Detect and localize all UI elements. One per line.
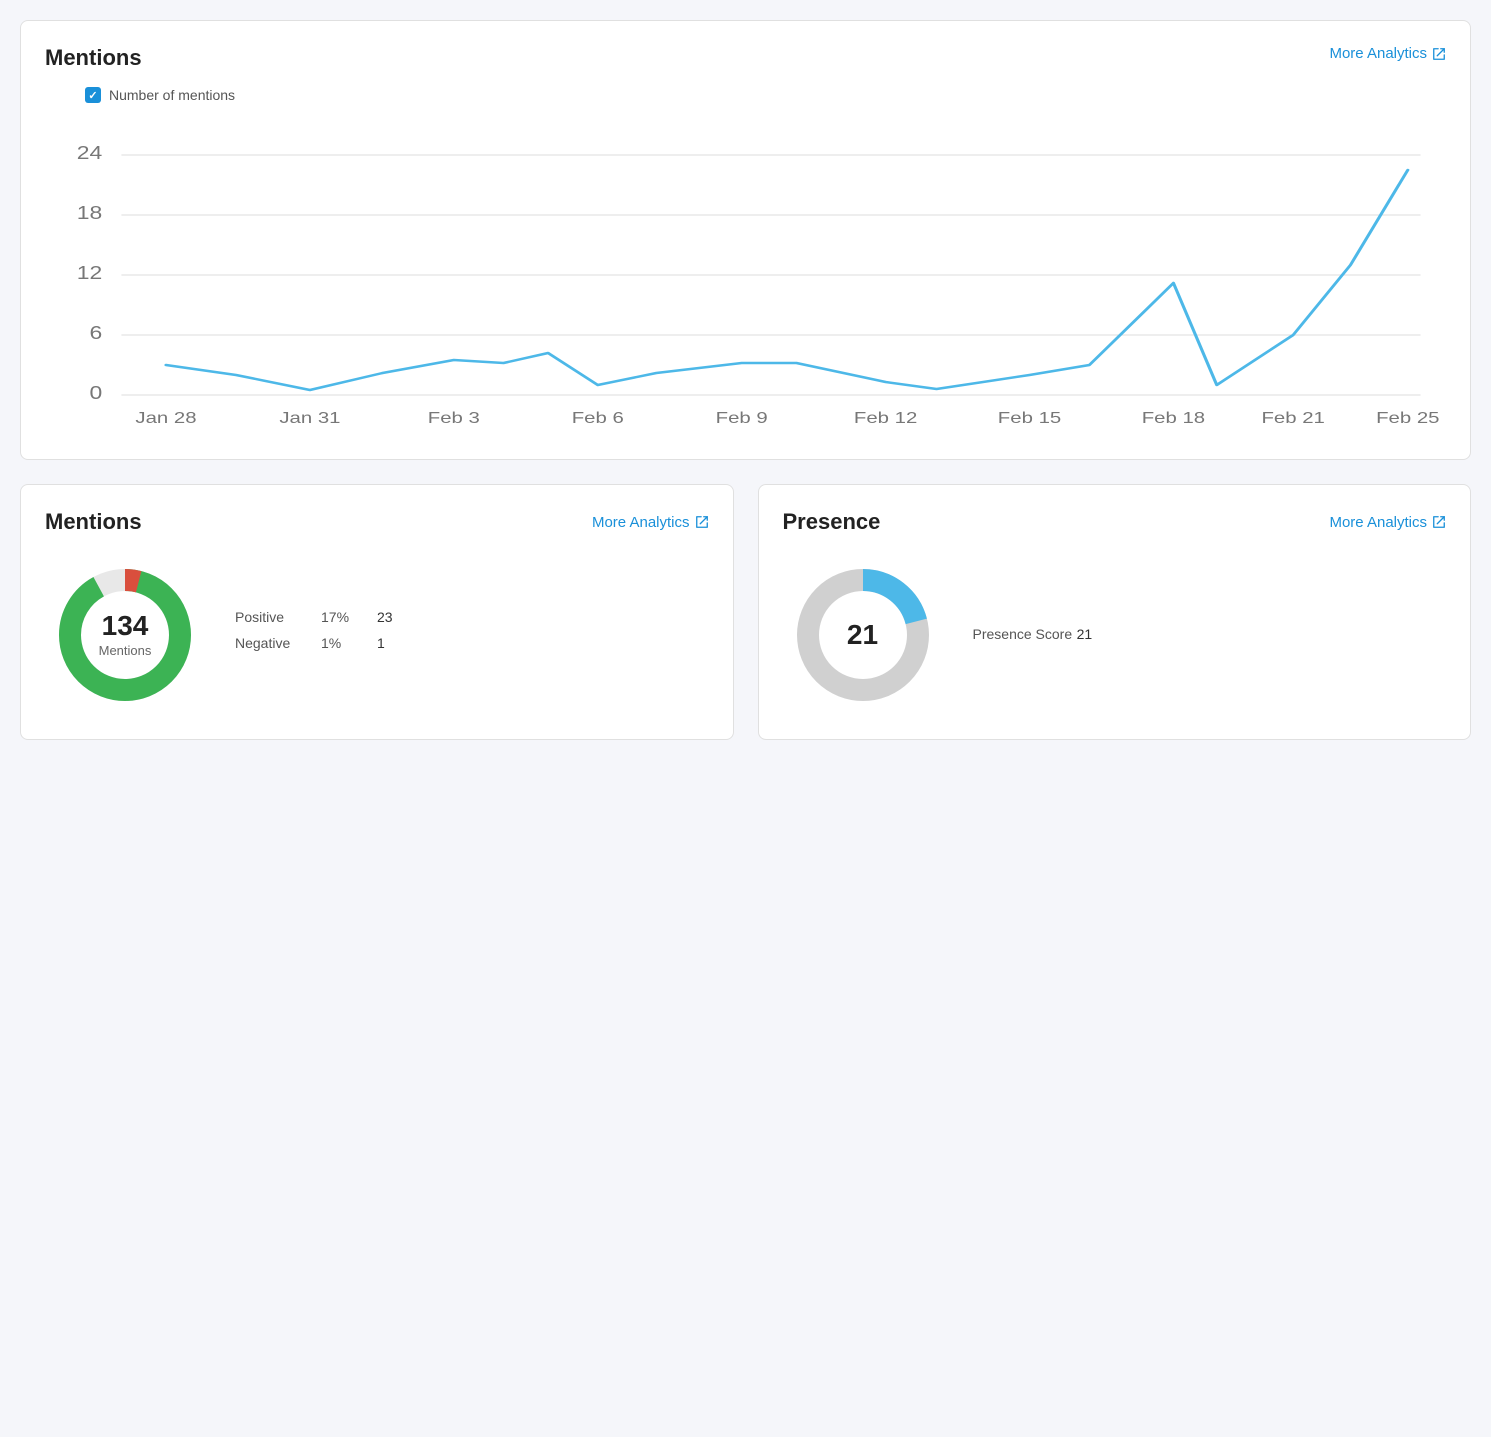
svg-text:Feb 9: Feb 9 bbox=[716, 408, 768, 426]
presence-donut-header: Presence More Analytics bbox=[783, 509, 1447, 535]
svg-text:12: 12 bbox=[77, 263, 103, 283]
svg-text:Feb 6: Feb 6 bbox=[572, 408, 624, 426]
presence-score-value: 21 bbox=[1077, 626, 1093, 642]
svg-text:Feb 3: Feb 3 bbox=[428, 408, 480, 426]
svg-text:Jan 28: Jan 28 bbox=[135, 408, 196, 426]
presence-donut-card: Presence More Analytics bbox=[758, 484, 1472, 740]
presence-body: 21 Presence Score 21 bbox=[783, 555, 1447, 715]
positive-stats-row: Positive 17% 23 bbox=[235, 609, 393, 625]
positive-count: 23 bbox=[377, 609, 393, 625]
mentions-more-analytics-link[interactable]: More Analytics bbox=[592, 514, 709, 531]
positive-label: Positive bbox=[235, 609, 305, 625]
mentions-donut-center: 134 Mentions bbox=[99, 610, 152, 660]
negative-percent: 1% bbox=[321, 635, 361, 651]
mentions-total-number: 134 bbox=[99, 610, 152, 642]
negative-label: Negative bbox=[235, 635, 305, 651]
svg-text:18: 18 bbox=[77, 203, 103, 223]
mentions-donut-title: Mentions bbox=[45, 509, 142, 535]
presence-more-analytics-link[interactable]: More Analytics bbox=[1329, 514, 1446, 531]
negative-count: 1 bbox=[377, 635, 385, 651]
svg-text:Jan 31: Jan 31 bbox=[279, 408, 340, 426]
chart-title: Mentions bbox=[45, 45, 142, 71]
mentions-donut-wrapper: 134 Mentions bbox=[45, 555, 205, 715]
mentions-chart-card: Mentions More Analytics Number of mentio… bbox=[20, 20, 1471, 460]
svg-text:Feb 18: Feb 18 bbox=[1142, 408, 1205, 426]
legend-label: Number of mentions bbox=[109, 87, 235, 103]
svg-text:Feb 15: Feb 15 bbox=[998, 408, 1061, 426]
svg-text:Feb 21: Feb 21 bbox=[1261, 408, 1324, 426]
svg-text:Feb 12: Feb 12 bbox=[854, 408, 917, 426]
presence-score-number: 21 bbox=[847, 619, 878, 651]
presence-donut-title: Presence bbox=[783, 509, 881, 535]
legend-checkbox[interactable] bbox=[85, 87, 101, 103]
chart-header: Mentions More Analytics bbox=[45, 45, 1446, 71]
presence-donut-center: 21 bbox=[847, 619, 878, 651]
line-chart-svg: 0 6 12 18 24 Jan 28 Jan 31 Feb 3 Feb 6 F… bbox=[45, 115, 1446, 435]
svg-text:24: 24 bbox=[77, 143, 103, 163]
bottom-section: Mentions More Analytics bbox=[20, 484, 1471, 740]
line-chart-container: 0 6 12 18 24 Jan 28 Jan 31 Feb 3 Feb 6 F… bbox=[45, 115, 1446, 435]
svg-text:Feb 25: Feb 25 bbox=[1376, 408, 1439, 426]
negative-stats-row: Negative 1% 1 bbox=[235, 635, 393, 651]
mentions-external-link-icon bbox=[695, 515, 709, 529]
mentions-donut-card: Mentions More Analytics bbox=[20, 484, 734, 740]
positive-percent: 17% bbox=[321, 609, 361, 625]
presence-score-label: Presence Score bbox=[973, 626, 1073, 642]
svg-text:0: 0 bbox=[90, 383, 103, 403]
mentions-total-label: Mentions bbox=[99, 643, 152, 658]
mentions-donut-container: 134 Mentions Positive 17% 23 Negative 1%… bbox=[45, 555, 709, 715]
mentions-stats-table: Positive 17% 23 Negative 1% 1 bbox=[235, 609, 393, 661]
more-analytics-link-top[interactable]: More Analytics bbox=[1329, 45, 1446, 62]
presence-score-info: Presence Score 21 bbox=[973, 626, 1093, 644]
svg-text:6: 6 bbox=[90, 323, 103, 343]
mentions-donut-header: Mentions More Analytics bbox=[45, 509, 709, 535]
external-link-icon bbox=[1432, 47, 1446, 61]
presence-external-link-icon bbox=[1432, 515, 1446, 529]
chart-legend: Number of mentions bbox=[85, 87, 1446, 103]
line-chart-path bbox=[166, 170, 1408, 390]
presence-donut-wrapper: 21 bbox=[783, 555, 943, 715]
